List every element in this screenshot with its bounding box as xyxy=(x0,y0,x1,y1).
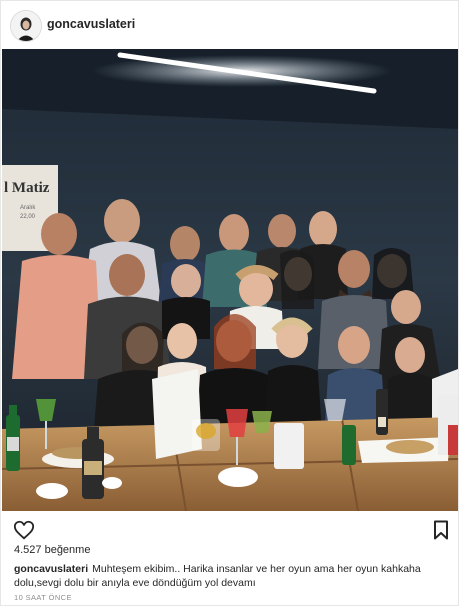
post-timestamp[interactable]: 10 SAAT ÖNCE xyxy=(14,593,72,602)
bookmark-icon[interactable] xyxy=(433,520,449,540)
poster-month: Aralık xyxy=(20,205,36,211)
avatar[interactable] xyxy=(10,10,42,42)
post-actions xyxy=(1,513,458,547)
poster-title: l Matiz xyxy=(4,180,50,196)
instagram-post: goncavuslateri l Matiz Aralık 22,00 4.52… xyxy=(0,0,459,606)
post-caption: goncavuslateri Muhteşem ekibim.. Harika i… xyxy=(14,562,446,590)
post-username[interactable]: goncavuslateri xyxy=(47,17,135,31)
post-photo[interactable]: l Matiz Aralık 22,00 xyxy=(2,49,458,511)
heart-icon[interactable] xyxy=(13,519,35,541)
poster-price: 22,00 xyxy=(20,214,36,220)
caption-username[interactable]: goncavuslateri xyxy=(14,563,88,575)
post-header: goncavuslateri xyxy=(1,1,458,49)
likes-count[interactable]: 4.527 beğenme xyxy=(14,544,90,556)
